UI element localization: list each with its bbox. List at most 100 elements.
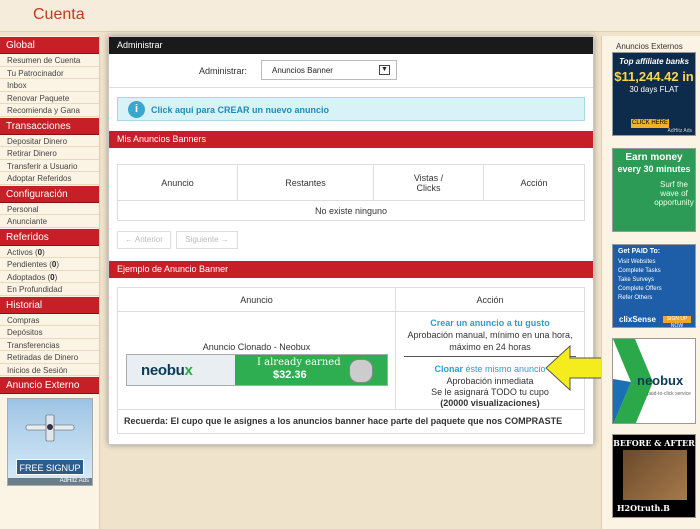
ad5-photo — [623, 450, 687, 500]
sidebar-item-recomienda[interactable]: Recomienda y Gana — [0, 104, 99, 117]
sidebar-item-retirar[interactable]: Retirar Dinero — [0, 147, 99, 160]
ad-before-after[interactable]: BEFORE & AFTER H2Otruth.B — [612, 434, 696, 518]
ad1-line3: 30 days FLAT — [629, 85, 679, 94]
create-custom-ad-link[interactable]: Crear un anuncio a tu gusto — [396, 318, 584, 328]
ad-affiliate-banks[interactable]: Top affiliate banks $11,244.42 in 30 day… — [612, 52, 696, 136]
col-anuncio: Anuncio — [117, 287, 396, 312]
sidebar-item-inbox[interactable]: Inbox — [0, 79, 99, 92]
sidebar-item-personal[interactable]: Personal — [0, 203, 99, 215]
col-anuncio: Anuncio — [117, 164, 238, 201]
sidebar-section-historial[interactable]: Historial — [0, 296, 99, 314]
sidebar-section-configuracion[interactable]: Configuración — [0, 185, 99, 203]
label: Adoptados ( — [7, 272, 51, 282]
ad-clixsense[interactable]: Get PAID To: Visit Websites Complete Tas… — [612, 244, 696, 328]
sidebar-section-referidos[interactable]: Referidos — [0, 228, 99, 246]
ad5-title: BEFORE & AFTER — [613, 438, 695, 448]
page-title: Cuenta — [33, 6, 85, 23]
admin-bar: Administrar — [109, 37, 593, 54]
ad-earn-money[interactable]: Earn money every 30 minutes Surf the wav… — [612, 148, 696, 232]
label: Activos ( — [7, 247, 38, 257]
example-table: Anuncio Acción Anuncio Clonado - Neobux … — [117, 287, 585, 434]
example-ad-caption: Anuncio Clonado - Neobux — [202, 342, 311, 352]
ad3-item: Refer Others — [618, 295, 653, 301]
create-desc-1: Aprobación manual, mínimo en una hora, — [407, 330, 573, 340]
ad-neobux[interactable]: neobux paid-to-click service — [612, 338, 696, 424]
ad-type-select-value: Anuncios Banner — [272, 66, 333, 75]
sidebar: Global Resumen de Cuenta Tu Patrocinador… — [0, 36, 100, 529]
sidebar-item-activos[interactable]: Activos (0) — [0, 246, 99, 258]
empty-message: No existe ninguno — [117, 200, 585, 221]
ad2-line3: Surf the wave of opportunity — [654, 180, 694, 207]
label: Pendientes ( — [7, 260, 52, 269]
col-accion: Acción — [395, 287, 585, 312]
col-restantes: Restantes — [237, 164, 374, 201]
ad3-item: Visit Websites — [618, 259, 656, 265]
prev-page-button[interactable]: ← Anterior — [117, 231, 171, 249]
sidebar-item-inicios[interactable]: Inicios de Sesión — [0, 364, 99, 376]
banners-bar: Mis Anuncios Banners — [109, 131, 593, 148]
ad3-signup-button[interactable]: SIGN UP NOW — [663, 316, 691, 327]
ad-type-select[interactable]: Anuncios Banner ▼ — [261, 60, 397, 80]
ad4-sub: paid-to-click service — [647, 391, 691, 397]
create-ad-link[interactable]: Click aquí para CREAR un nuevo anuncio — [151, 105, 329, 115]
suffix: ) — [54, 272, 58, 282]
example-ad-cell: Anuncio Clonado - Neobux neobux I alread… — [117, 311, 396, 410]
sidebar-item-transferencias[interactable]: Transferencias — [0, 339, 99, 351]
col-vistas-clicks: Vistas / Clicks — [373, 164, 484, 201]
ad1-line2: $11,244.42 in — [614, 69, 694, 84]
clone-ad-rest: éste mismo anuncio — [462, 364, 546, 374]
neobux-logo: neobux — [141, 362, 193, 379]
mouse-icon — [349, 359, 373, 383]
col-clicks: Clicks — [416, 182, 441, 193]
suffix: ) — [42, 247, 45, 257]
external-ads-column: Anuncios Externos Top affiliate banks $1… — [601, 36, 700, 529]
ad5-brand: H2Otruth.B — [617, 503, 670, 513]
sidebar-item-renovar[interactable]: Renovar Paquete — [0, 92, 99, 104]
col-accion: Acción — [483, 164, 585, 201]
sidebar-item-depositar[interactable]: Depositar Dinero — [0, 135, 99, 147]
col-vistas: Vistas / — [413, 172, 444, 183]
sidebar-item-anunciante[interactable]: Anunciante — [0, 215, 99, 228]
sidebar-ad-banner[interactable]: FREE SIGNUP AdHitz Ads — [7, 398, 93, 486]
logo-text: neobu — [141, 362, 185, 379]
banners-table: Anuncio Restantes Vistas / Clicks Acción … — [117, 164, 585, 221]
create-ad-info-box[interactable]: i Click aquí para CREAR un nuevo anuncio — [117, 97, 585, 121]
clone-desc-3: (20000 visualizaciones) — [440, 398, 540, 408]
ad3-brand: clixSense — [619, 315, 656, 324]
ad1-line1: Top affiliate banks — [619, 57, 689, 66]
sidebar-section-transacciones[interactable]: Transacciones — [0, 117, 99, 135]
sidebar-item-resumen[interactable]: Resumen de Cuenta — [0, 54, 99, 67]
ad3-title: Get PAID To: — [618, 248, 661, 255]
sidebar-section-global[interactable]: Global — [0, 37, 99, 54]
airplane-icon — [25, 414, 75, 442]
sidebar-item-depositos[interactable]: Depósitos — [0, 326, 99, 339]
sidebar-item-retiradas[interactable]: Retiradas de Dinero — [0, 351, 99, 364]
ad4-brand: neobux — [637, 373, 684, 388]
ad-network-label: AdHitz Ads — [8, 478, 92, 485]
example-bar: Ejemplo de Anuncio Banner — [109, 261, 593, 278]
chevron-down-icon[interactable]: ▼ — [379, 65, 390, 75]
sidebar-section-anuncio-externo: Anuncio Externo — [0, 377, 99, 394]
sidebar-item-patrocinador[interactable]: Tu Patrocinador — [0, 67, 99, 79]
sidebar-item-adoptar[interactable]: Adoptar Referidos — [0, 172, 99, 185]
sidebar-item-adoptados[interactable]: Adoptados (0) — [0, 271, 99, 283]
ad3-item: Complete Tasks — [618, 268, 661, 274]
info-icon: i — [128, 101, 145, 118]
neobux-banner[interactable]: neobux I already earned $32.36 — [126, 354, 388, 386]
ad2-line2: every 30 minutes — [617, 164, 691, 174]
ad1-click-button[interactable]: CLICK HERE — [631, 119, 669, 128]
main-panel: Administrar Administrar: Anuncios Banner… — [108, 36, 594, 445]
clone-ad-link[interactable]: Clonar — [434, 364, 463, 374]
ad3-item: Complete Offers — [618, 286, 662, 292]
top-header: Cuenta — [0, 0, 700, 32]
sidebar-item-transferir[interactable]: Transferir a Usuario — [0, 160, 99, 172]
sidebar-item-compras[interactable]: Compras — [0, 314, 99, 326]
sidebar-item-profundidad[interactable]: En Profundidad — [0, 283, 99, 296]
free-signup-button[interactable]: FREE SIGNUP — [16, 459, 84, 475]
next-page-button[interactable]: Siguiente → — [176, 231, 238, 249]
sidebar-item-pendientes[interactable]: Pendientes (0) — [0, 258, 99, 271]
admin-label: Administrar: — [199, 66, 248, 76]
logo-x: x — [184, 362, 193, 379]
banner-earned-text: I already earned — [257, 357, 341, 368]
ad3-item: Take Surveys — [618, 277, 655, 283]
